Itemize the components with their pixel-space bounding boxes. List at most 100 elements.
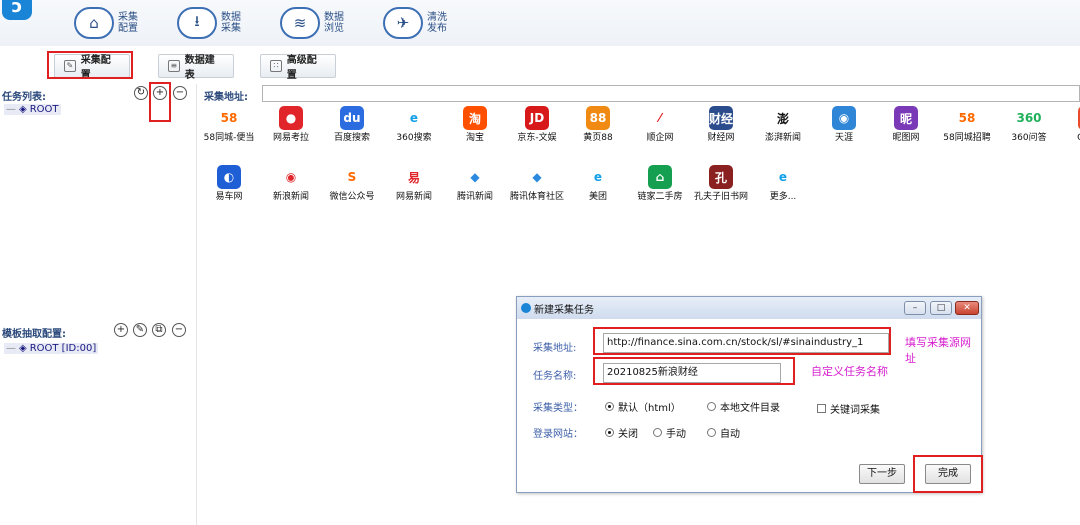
site-label: 腾讯新闻 — [456, 192, 493, 202]
site-logo-icon: ● — [279, 106, 303, 130]
keyword-checkbox[interactable]: 关键词采集 — [817, 401, 880, 416]
nav-collect-config[interactable]: ⌂ 采集配置 — [74, 4, 140, 42]
send-icon: ✈ — [383, 7, 423, 39]
login-site-label: 登录网站： — [533, 429, 583, 440]
tab-data-table[interactable]: ≡ 数据建表 — [158, 54, 234, 81]
site-logo-icon: ◉ — [832, 106, 856, 130]
site-label: 京东-文娱 — [517, 133, 557, 143]
site-label: 网易考拉 — [272, 133, 309, 143]
site-logo-icon: e — [586, 165, 610, 189]
nav-data-collect[interactable]: ⭳ 数据采集 — [177, 4, 243, 42]
tab-advanced-config[interactable]: ∷ 高级配置 — [260, 54, 336, 81]
site-shortcut[interactable]: 易网易新闻 — [383, 165, 445, 203]
minimize-button[interactable]: – — [904, 301, 926, 315]
add-template-button[interactable]: + — [114, 323, 128, 337]
top-navigation: ↄ ⌂ 采集配置 ⭳ 数据采集 ≋ 数据浏览 ✈ 清洗发布 — [0, 0, 1080, 46]
copy-template-button[interactable]: ⧉ — [152, 323, 166, 337]
site-shortcut[interactable]: ⁄ 顺企网 — [629, 106, 691, 144]
cube-icon: ◈ — [19, 343, 27, 354]
site-shortcut[interactable]: JD 京东-文娱 — [506, 106, 568, 144]
dialog-title: 新建采集任务 — [534, 304, 594, 316]
site-shortcut[interactable]: 88 黄页88 — [567, 106, 629, 144]
site-label: 昵图网 — [892, 133, 920, 143]
site-label: 美团 — [588, 192, 607, 202]
option-label: 关键词采集 — [830, 405, 880, 416]
tree-label: ROOT [ID:00] — [29, 343, 97, 354]
tab-label: 数据建表 — [184, 55, 215, 81]
refresh-icon[interactable]: ↻ — [134, 86, 148, 100]
nav-data-browse[interactable]: ≋ 数据浏览 — [280, 4, 346, 42]
task-name-label: 任务名称: — [533, 371, 577, 382]
site-shortcut[interactable]: du 百度搜索 — [321, 106, 383, 144]
site-label: 黄页88 — [583, 133, 613, 143]
site-shortcut[interactable]: ◉ 新浪新闻 — [260, 165, 322, 203]
site-logo-icon: ⌂ — [648, 165, 672, 189]
radio-icon — [707, 428, 716, 437]
site-shortcut[interactable]: 淘淘宝 — [444, 106, 506, 144]
type-local-radio[interactable]: 本地文件目录 — [707, 399, 780, 414]
option-label: 默认（html） — [618, 403, 681, 414]
radio-icon — [653, 428, 662, 437]
site-logo-icon: 昵 — [894, 106, 918, 130]
tree-line-icon: — — [6, 343, 16, 354]
site-shortcut[interactable]: 360 360问答 — [998, 106, 1060, 144]
login-manual-radio[interactable]: 手动 — [653, 425, 686, 440]
site-shortcut[interactable]: ◆ 腾讯新闻 — [444, 165, 506, 203]
highlight-box — [47, 51, 133, 79]
download-icon: ⭳ — [177, 7, 217, 39]
site-shortcut[interactable]: e 360搜索 — [383, 106, 445, 144]
login-off-radio[interactable]: 关闭 — [605, 425, 638, 440]
login-auto-radio[interactable]: 自动 — [707, 425, 740, 440]
cube-icon: ◈ — [19, 104, 27, 115]
site-logo-icon: 孔 — [709, 165, 733, 189]
site-shortcut[interactable]: ◐ 易车网 — [198, 165, 260, 203]
tree-label: ROOT — [29, 104, 59, 115]
site-shortcut[interactable]: S 微信公众号 — [321, 165, 383, 203]
site-shortcut[interactable]: 财经 财经网 — [690, 106, 752, 144]
new-task-dialog: 新建采集任务 – □ ✕ 采集地址: http://finance.sina.c… — [516, 296, 983, 493]
site-label: 58同城招聘 — [943, 133, 991, 143]
site-logo-icon: 88 — [586, 106, 610, 130]
address-input[interactable] — [262, 85, 1080, 102]
site-shortcut[interactable]: ● 网易考拉 — [260, 106, 322, 144]
site-shortcut[interactable]: 孔孔夫子旧书网 — [690, 165, 752, 203]
site-shortcut[interactable]: CCSDN — [1059, 106, 1080, 144]
site-shortcut[interactable]: ◉ 天涯 — [813, 106, 875, 144]
nav-label: 采集配置 — [118, 12, 138, 34]
site-logo-icon: 澎 — [771, 106, 795, 130]
next-step-button[interactable]: 下一步 — [859, 464, 905, 484]
site-label: 360问答 — [1011, 133, 1047, 143]
type-default-radio[interactable]: 默认（html） — [605, 399, 681, 414]
nav-clean-publish[interactable]: ✈ 清洗发布 — [383, 4, 449, 42]
site-logo-icon: ◆ — [463, 165, 487, 189]
close-button[interactable]: ✕ — [955, 301, 979, 315]
site-shortcut[interactable]: 昵昵图网 — [875, 106, 937, 144]
dialog-titlebar: 新建采集任务 – □ ✕ — [517, 297, 981, 319]
highlight-box — [593, 357, 795, 385]
template-tree-root[interactable]: — ◈ ROOT [ID:00] — [4, 343, 99, 354]
task-tree-root[interactable]: — ◈ ROOT — [4, 104, 61, 115]
edit-template-button[interactable]: ✎ — [133, 323, 147, 337]
site-label: 更多... — [769, 192, 797, 202]
site-logo-icon: ◐ — [217, 165, 241, 189]
site-logo-icon: ◆ — [525, 165, 549, 189]
site-shortcut[interactable]: e 更多... — [752, 165, 814, 203]
site-shortcut[interactable]: 澎澎湃新闻 — [752, 106, 814, 144]
maximize-button[interactable]: □ — [930, 301, 952, 315]
site-shortcut[interactable]: e 美团 — [567, 165, 629, 203]
nav-label: 数据采集 — [221, 12, 241, 34]
remove-task-button[interactable]: − — [173, 86, 187, 100]
site-shortcut[interactable]: ⌂ 链家二手房 — [629, 165, 691, 203]
site-label: 58同城-便当 — [203, 133, 255, 143]
site-logo-icon: 财经 — [709, 106, 733, 130]
app-logo: ↄ — [2, 0, 32, 20]
site-label: CSDN — [1059, 133, 1080, 144]
remove-template-button[interactable]: − — [172, 323, 186, 337]
site-logo-icon: 58 — [217, 106, 241, 130]
site-shortcut[interactable]: ◆ 腾讯体育社区 — [506, 165, 568, 203]
app-icon — [521, 303, 531, 313]
nav-label: 数据浏览 — [324, 12, 344, 34]
site-shortcut[interactable]: 58 58同城招聘 — [936, 106, 998, 144]
site-shortcut[interactable]: 58 58同城-便当 — [198, 106, 260, 144]
site-label: 网易新闻 — [395, 192, 432, 202]
